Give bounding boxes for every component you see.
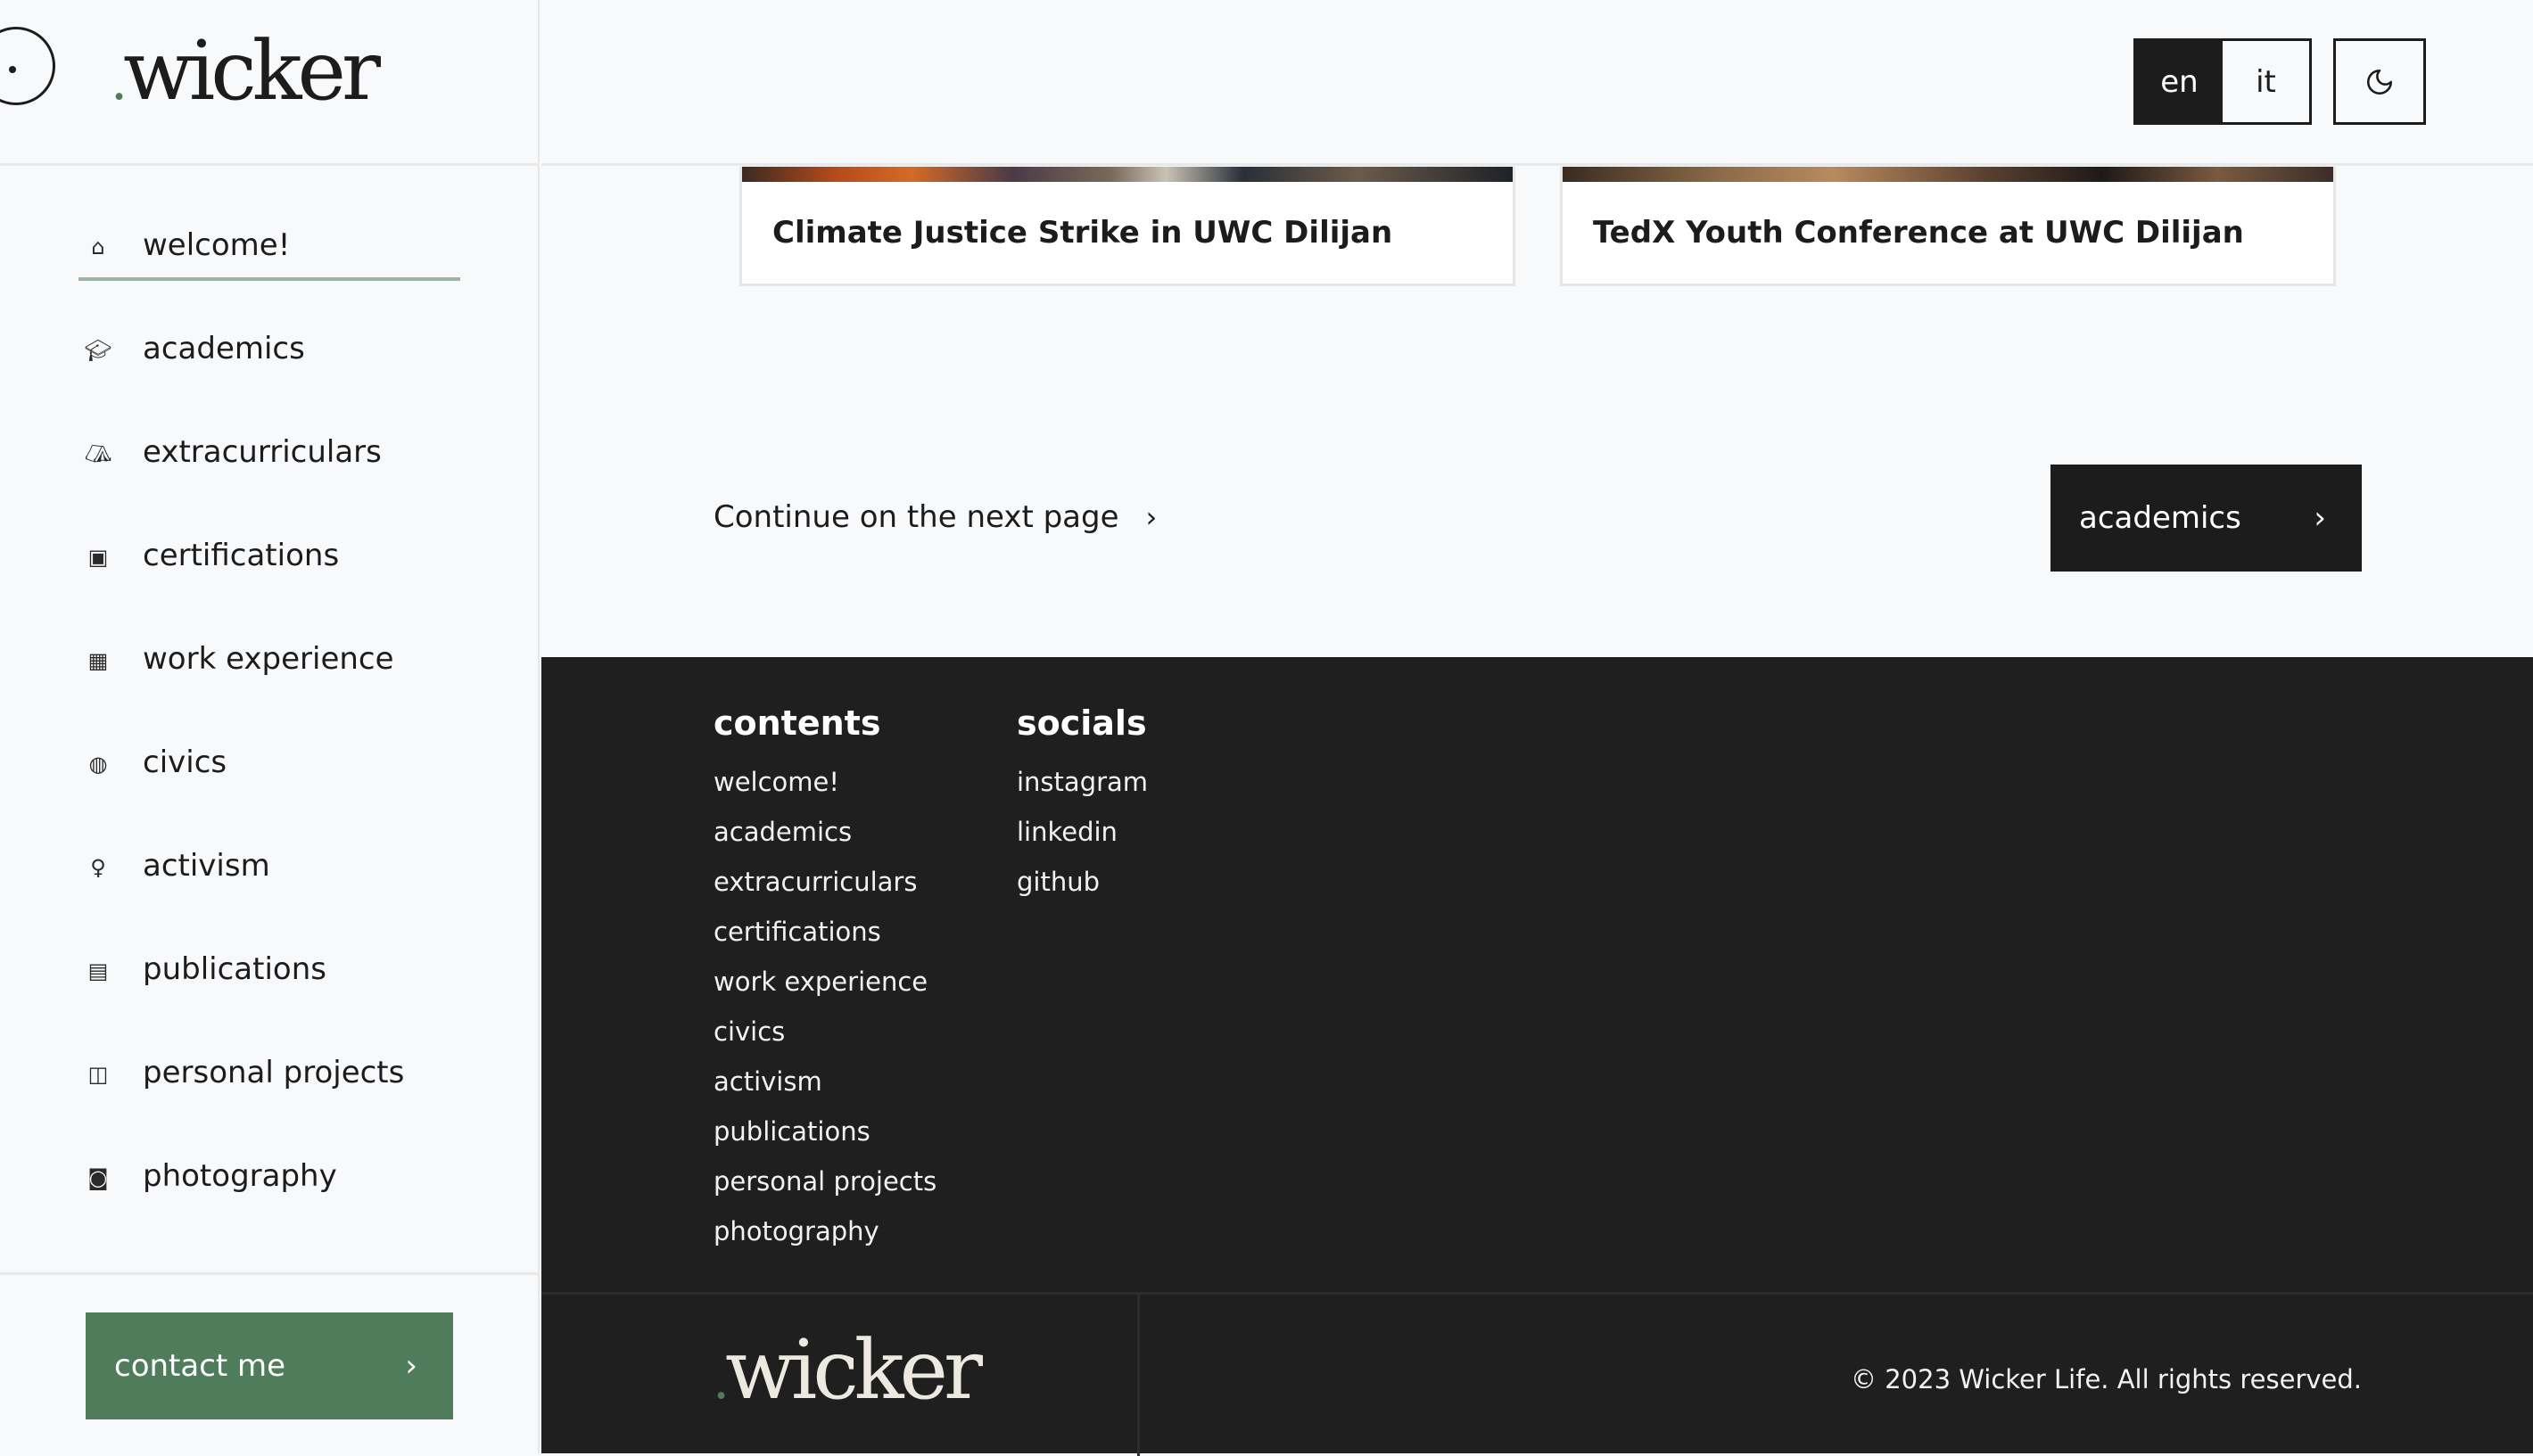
moon-icon [2366,69,2393,95]
sidebar-item-work-experience[interactable]: ▦ work experience [78,614,462,718]
sidebar-item-label: work experience [143,641,394,677]
footer-link[interactable]: instagram [1017,757,1148,807]
sidebar-item-photography[interactable]: ◙ photography [78,1131,462,1235]
buildings-icon: ▦ [87,648,109,673]
language-switcher: en it [2133,38,2312,125]
card-image [1563,167,2333,182]
card-title: Climate Justice Strike in UWC Dilijan [772,215,1393,251]
top-bar: en it [541,0,2533,166]
footer-contents-column: contents welcome! academics extracurricula… [714,703,936,1256]
footer-logo[interactable]: .wicker [713,1326,983,1425]
card-title: TedX Youth Conference at UWC Dilijan [1593,215,2244,251]
footer-link[interactable]: welcome! [714,757,936,807]
continue-link[interactable]: Continue on the next page › [714,499,1157,535]
continue-text: Continue on the next page [714,499,1119,535]
camera-icon: ◙ [87,1165,109,1190]
copyright-text: © 2023 Wicker Life. All rights reserved. [1851,1364,2362,1394]
lamp-icon: ♀ [90,855,106,880]
document-icon: ▤ [87,958,109,983]
sidebar-item-label: academics [143,331,305,366]
footer-link[interactable]: publications [714,1106,936,1156]
sidebar-item-label: publications [143,951,326,987]
footer: contents welcome! academics extracurricula… [541,657,2533,1456]
footer-bottom-bar: .wicker © 2023 Wicker Life. All rights r… [541,1292,2533,1456]
sidebar-item-activism[interactable]: ♀ activism [78,821,462,925]
home-icon: ⌂ [91,234,105,259]
contact-me-label: contact me [114,1348,286,1384]
sidebar-item-welcome[interactable]: ⌂ welcome! [78,201,462,304]
footer-link[interactable]: civics [714,1007,936,1057]
lang-en-button[interactable]: en [2136,41,2223,122]
sidebar-item-label: certifications [143,538,340,573]
menu-toggle-button[interactable] [0,27,55,105]
theme-toggle-button[interactable] [2333,38,2426,125]
sidebar-item-label: personal projects [143,1055,405,1090]
globe-icon: ◍ [88,752,108,777]
footer-link[interactable]: photography [714,1206,936,1256]
footer-divider [1137,1295,1140,1456]
code-file-icon: ◫ [87,1062,109,1087]
chevron-right-icon: › [1145,500,1158,534]
article-card[interactable]: TedX Youth Conference at UWC Dilijan [1560,167,2336,286]
next-page-label: academics [2079,500,2241,536]
sidebar-item-label: welcome! [143,227,291,263]
sidebar-item-label: civics [143,744,227,780]
footer-link[interactable]: linkedin [1017,807,1148,857]
footer-link[interactable]: certifications [714,907,936,957]
lang-it-button[interactable]: it [2223,41,2309,122]
sidebar-item-label: photography [143,1158,337,1194]
chevron-right-icon: › [405,1348,417,1384]
sidebar-nav: ⌂ welcome! 🎓︎ academics ⛺︎ extracurriculars ▣ c… [78,201,462,1235]
tent-icon: ⛺︎ [84,441,112,466]
footer-socials-heading: socials [1017,703,1147,743]
certificate-icon: ▣ [87,545,109,570]
footer-link[interactable]: activism [714,1057,936,1106]
footer-contents-heading: contents [714,703,881,743]
article-card[interactable]: Climate Justice Strike in UWC Dilijan [739,167,1515,286]
site-logo[interactable]: .wicker [111,27,381,126]
footer-link[interactable]: personal projects [714,1156,936,1206]
sidebar-item-extracurriculars[interactable]: ⛺︎ extracurriculars [78,407,462,511]
next-page-button[interactable]: academics › [2050,465,2362,572]
sidebar-item-civics[interactable]: ◍ civics [78,718,462,821]
sidebar-item-certifications[interactable]: ▣ certifications [78,511,462,614]
sidebar-header: .wicker [0,0,540,166]
graduation-cap-icon: 🎓︎ [84,338,112,363]
sidebar-footer: contact me › [0,1272,540,1453]
sidebar-item-academics[interactable]: 🎓︎ academics [78,304,462,407]
footer-link[interactable]: academics [714,807,936,857]
sidebar-item-publications[interactable]: ▤ publications [78,925,462,1028]
footer-link[interactable]: work experience [714,957,936,1007]
sidebar-item-label: activism [143,848,270,884]
sidebar-item-label: extracurriculars [143,434,382,470]
footer-socials-column: socials instagram linkedin github [1017,703,1148,907]
card-image [742,167,1513,182]
contact-me-button[interactable]: contact me › [86,1312,453,1419]
sidebar: .wicker ⌂ welcome! 🎓︎ academics ⛺︎ extracurri… [0,0,540,1453]
footer-link[interactable]: github [1017,857,1148,907]
footer-link[interactable]: extracurriculars [714,857,936,907]
chevron-right-icon: › [2314,500,2326,536]
sidebar-item-personal-projects[interactable]: ◫ personal projects [78,1028,462,1131]
